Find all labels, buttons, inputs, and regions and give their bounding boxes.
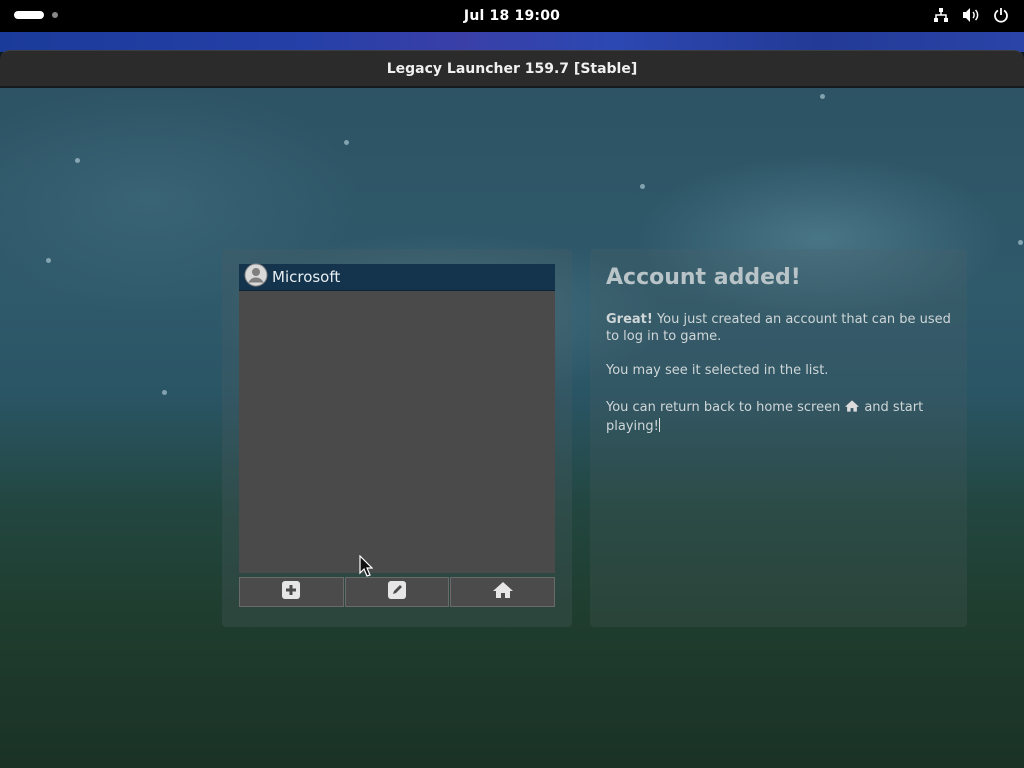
add-account-button[interactable] — [239, 577, 344, 607]
edit-account-button[interactable] — [344, 577, 450, 607]
window-title: Legacy Launcher 159.7 [Stable] — [386, 60, 638, 77]
account-item-microsoft[interactable]: Microsoft — [239, 263, 555, 291]
plus-square-icon — [281, 580, 301, 604]
info-panel: Account added! Great! You just created a… — [590, 249, 967, 627]
account-list[interactable]: Microsoft — [239, 263, 555, 573]
info-paragraph-3: You can return back to home screen and st… — [606, 399, 951, 435]
background-speck — [820, 94, 825, 99]
background-speck — [1018, 240, 1023, 245]
home-icon — [844, 399, 860, 418]
account-actions — [239, 577, 556, 607]
info-text: You can return back to home screen — [606, 400, 841, 415]
mouse-cursor-icon — [359, 554, 374, 581]
power-icon[interactable] — [992, 6, 1010, 24]
info-title: Account added! — [606, 265, 801, 290]
info-text: You just created an account that can be … — [606, 312, 951, 344]
window-titlebar[interactable]: Legacy Launcher 159.7 [Stable] — [0, 50, 1024, 87]
accounts-panel: Microsoft — [222, 249, 572, 627]
workspace-indicator-inactive — [52, 12, 58, 18]
info-paragraph-2: You may see it selected in the list. — [606, 363, 829, 378]
clock[interactable]: Jul 18 19:00 — [464, 8, 560, 24]
top-bar: Jul 18 19:00 — [0, 0, 1024, 32]
volume-icon[interactable] — [962, 6, 980, 24]
info-strong: Great! — [606, 312, 653, 327]
workspace-indicator-active — [14, 11, 44, 19]
background-speck — [640, 184, 645, 189]
network-icon[interactable] — [932, 6, 950, 24]
background-speck — [162, 390, 167, 395]
pencil-icon — [387, 580, 407, 604]
desktop-background — [0, 32, 1024, 52]
home-icon — [492, 580, 514, 604]
account-label: Microsoft — [272, 268, 341, 286]
background-speck — [344, 140, 349, 145]
info-paragraph-1: Great! You just created an account that … — [606, 311, 951, 345]
text-caret — [658, 418, 660, 432]
background-speck — [75, 158, 80, 163]
launcher-content: Microsoft Account added! Great! You just… — [0, 88, 1024, 768]
user-circle-icon — [244, 263, 268, 291]
system-tray[interactable] — [932, 6, 1010, 24]
home-button[interactable] — [450, 577, 556, 607]
background-speck — [46, 258, 51, 263]
activities-button[interactable] — [14, 11, 58, 19]
